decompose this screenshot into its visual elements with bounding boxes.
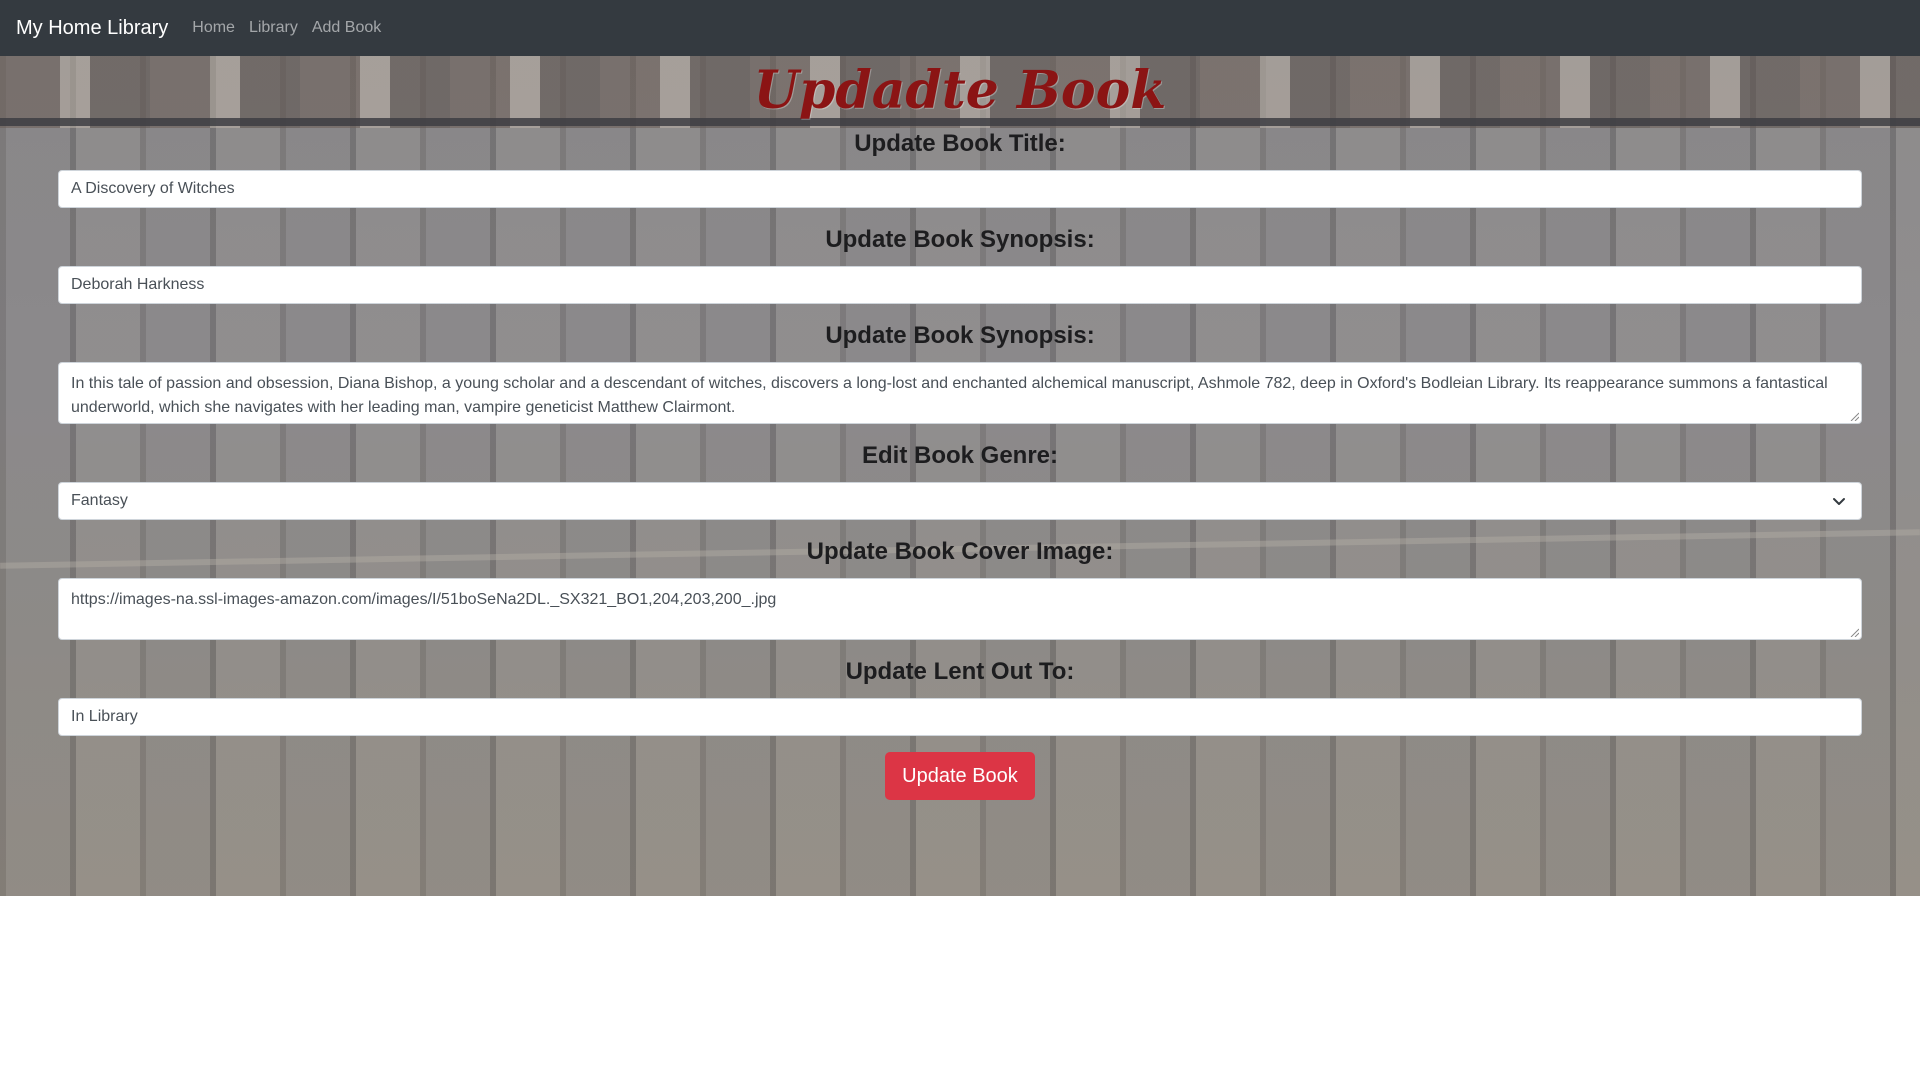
cover-image-textarea[interactable]: https://images-na.ssl-images-amazon.com/… — [58, 578, 1862, 640]
page-title: Updadte Book — [753, 60, 1167, 121]
title-label: Update Book Title: — [854, 130, 1066, 157]
cover-image-label: Update Book Cover Image: — [806, 538, 1114, 565]
author-input[interactable]: Deborah Harkness — [58, 266, 1862, 304]
synopsis-textarea[interactable]: In this tale of passion and obsession, D… — [58, 362, 1862, 424]
genre-selected-value: Fantasy — [71, 492, 128, 509]
genre-select[interactable]: Fantasy — [58, 482, 1862, 520]
synopsis-text: In this tale of passion and obsession, D… — [71, 375, 1828, 416]
author-label: Update Book Synopsis: — [825, 226, 1095, 253]
cover-image-url: https://images-na.ssl-images-amazon.com/… — [71, 591, 777, 608]
top-navbar: My Home Library Home Library Add Book — [0, 0, 1920, 56]
chevron-down-icon — [1833, 498, 1845, 505]
lent-out-label: Update Lent Out To: — [845, 658, 1075, 685]
nav-add-book-link[interactable]: Add Book — [312, 19, 381, 37]
resize-grip-icon[interactable] — [1849, 411, 1859, 421]
update-book-button[interactable]: Update Book — [885, 752, 1035, 800]
nav-library-link[interactable]: Library — [249, 19, 298, 37]
lent-out-input[interactable]: In Library — [58, 698, 1862, 736]
title-input[interactable]: A Discovery of Witches — [58, 170, 1862, 208]
synopsis-label: Update Book Synopsis: — [825, 322, 1095, 349]
library-background: Updadte Book Update Book Title: A Discov… — [0, 56, 1920, 896]
genre-label: Edit Book Genre: — [861, 442, 1059, 469]
resize-grip-icon[interactable] — [1849, 627, 1859, 637]
brand-link[interactable]: My Home Library — [16, 17, 168, 40]
nav-home-link[interactable]: Home — [192, 19, 235, 37]
